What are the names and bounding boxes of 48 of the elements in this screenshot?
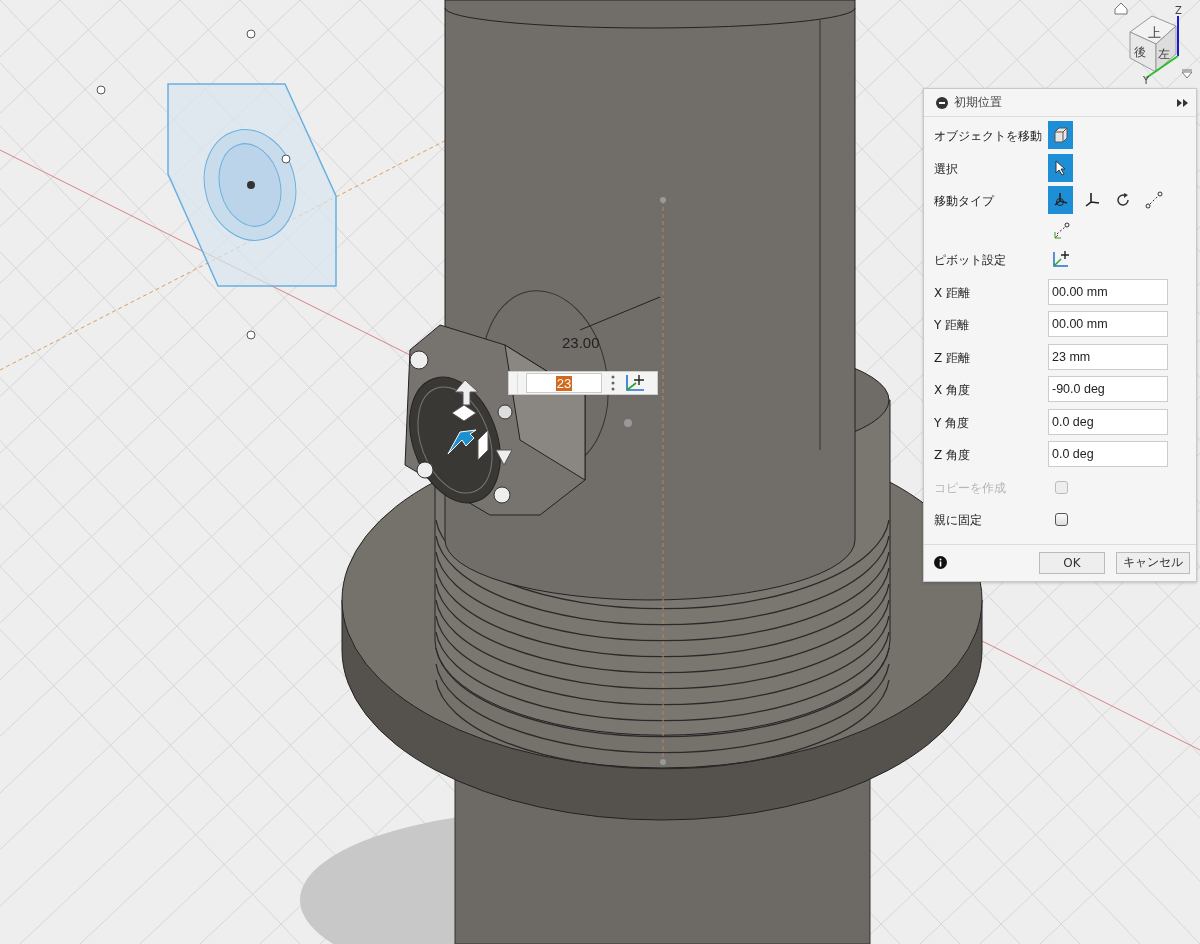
info-icon[interactable] bbox=[934, 556, 947, 569]
point-to-point-icon bbox=[1144, 191, 1163, 209]
value-field[interactable]: 00.00 mm bbox=[1048, 311, 1168, 337]
row-label: 移動タイプ bbox=[934, 193, 996, 210]
home-icon[interactable] bbox=[1114, 2, 1128, 15]
viewcube-face-label: 後 bbox=[1134, 45, 1146, 59]
row-label: 親に固定 bbox=[934, 512, 983, 529]
row-label: Z 角度 bbox=[934, 447, 972, 464]
dialog-title: 初期位置 bbox=[954, 94, 1003, 111]
value-field[interactable]: 0.0 deg bbox=[1048, 408, 1168, 435]
value-field[interactable]: 0.0 deg bbox=[1048, 441, 1168, 467]
row-label: 選択 bbox=[934, 160, 959, 178]
cube-button[interactable] bbox=[1048, 121, 1073, 149]
value-field[interactable]: 00.00 mm bbox=[1048, 278, 1168, 305]
row-label: ピボット設定 bbox=[934, 252, 1007, 269]
move-gizmo-drawing[interactable] bbox=[409, 296, 661, 504]
viewcube-face-label: 上 bbox=[1148, 25, 1161, 40]
value-field[interactable]: 23 mm bbox=[1048, 343, 1168, 370]
row-label: オブジェクトを移動 bbox=[934, 128, 1043, 145]
axis-label: Y bbox=[1143, 75, 1150, 85]
free-move-button[interactable] bbox=[1048, 186, 1073, 214]
distance-input-field[interactable]: 23 bbox=[526, 373, 602, 393]
more-icon[interactable] bbox=[610, 374, 616, 392]
checkbox[interactable] bbox=[1055, 513, 1068, 526]
ok-button[interactable]: OK bbox=[1039, 551, 1105, 574]
z-axis-line bbox=[1177, 15, 1179, 57]
pointer-icon bbox=[1053, 159, 1068, 176]
point-to-position-icon bbox=[1051, 222, 1070, 240]
pivot-axes-icon bbox=[1051, 250, 1070, 268]
distance-input-box[interactable]: 23 bbox=[508, 371, 658, 395]
viewcube-face-label: 左 bbox=[1158, 47, 1170, 61]
dropdown-icon[interactable] bbox=[1181, 69, 1193, 79]
dimension-label: 23.00 bbox=[562, 334, 600, 351]
cancel-button[interactable]: キャンセル bbox=[1116, 551, 1190, 574]
rotate-icon bbox=[1114, 192, 1131, 208]
row-label: X 距離 bbox=[934, 284, 972, 302]
value-field[interactable]: -90.0 deg bbox=[1048, 376, 1168, 402]
expand-icon[interactable] bbox=[1177, 97, 1189, 108]
row-label: Y 角度 bbox=[934, 414, 971, 432]
viewcube-drawing[interactable] bbox=[1129, 15, 1177, 73]
row-label: Z 距離 bbox=[934, 349, 972, 367]
collapse-icon[interactable] bbox=[936, 96, 948, 109]
pivot-axes-icon[interactable] bbox=[624, 373, 646, 393]
row-label: Y 距離 bbox=[934, 317, 971, 334]
axis-label: Z bbox=[1175, 5, 1182, 16]
row-label: X 角度 bbox=[934, 382, 972, 399]
cube-icon bbox=[1052, 127, 1069, 143]
pointer-button[interactable] bbox=[1048, 153, 1073, 182]
